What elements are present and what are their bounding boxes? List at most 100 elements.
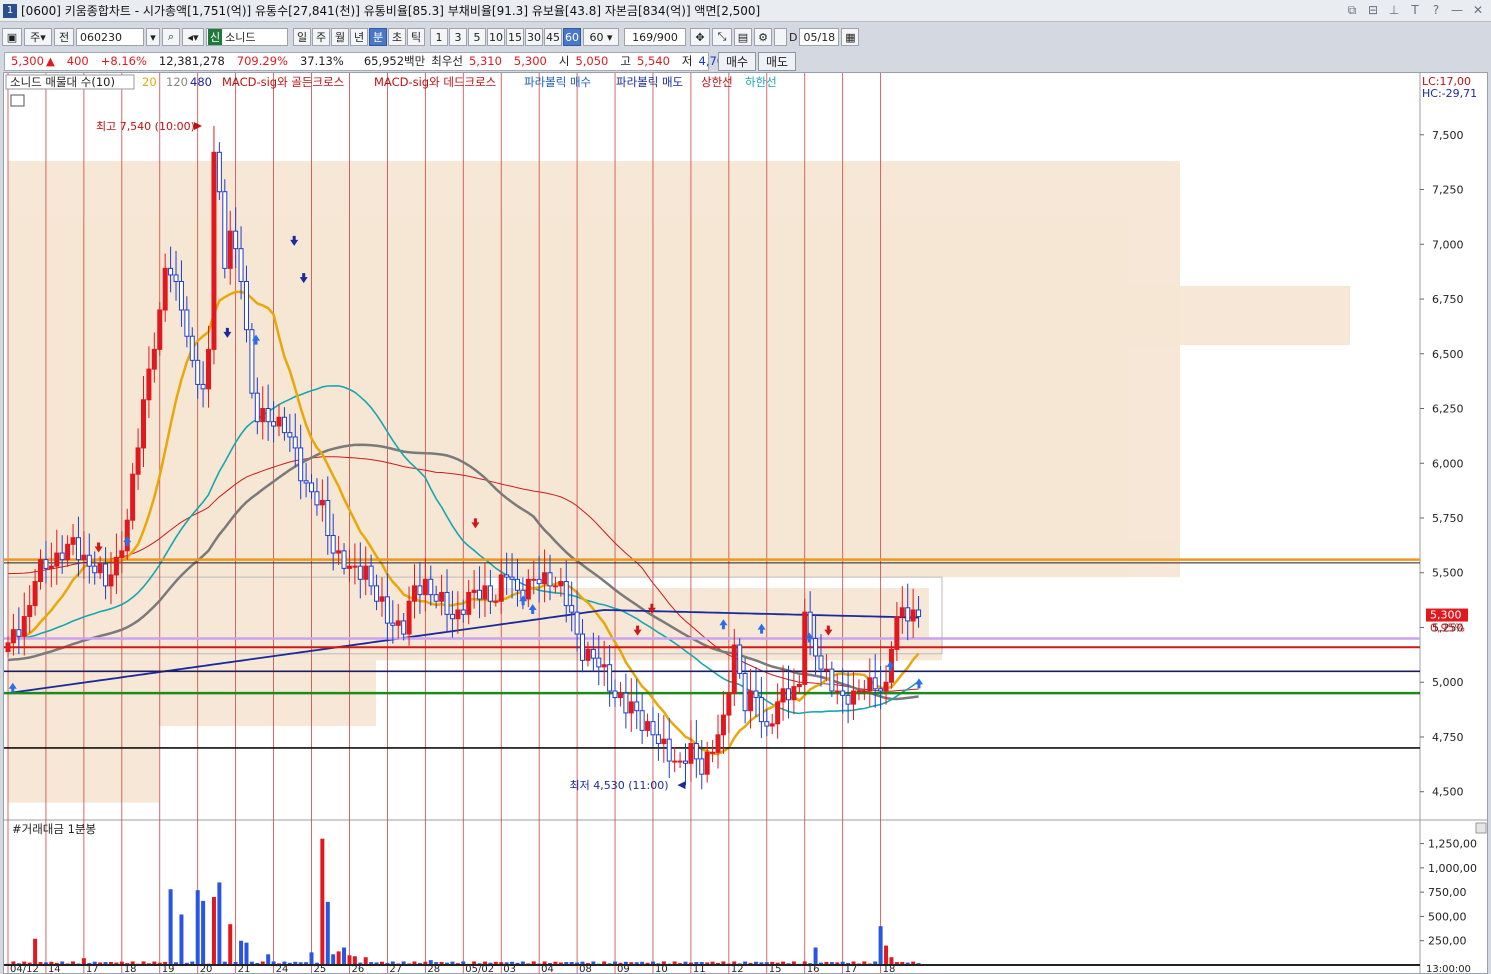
candle-body — [271, 421, 277, 427]
date-input[interactable]: 05/18 — [799, 28, 840, 46]
prev-button[interactable]: 전 — [54, 28, 74, 46]
candle-body — [894, 616, 900, 650]
restore-icon[interactable]: ⧉ — [1343, 2, 1361, 18]
volume: 12,381,278 — [158, 54, 225, 68]
last-price-label: 5,300 — [1430, 609, 1462, 622]
interval-select[interactable]: 60 ▾ — [583, 28, 619, 46]
code-dropdown-icon[interactable]: ▾ — [146, 28, 160, 46]
stock-code-input[interactable]: 060230 — [76, 28, 144, 46]
candle-body — [720, 714, 726, 736]
price-chart-svg[interactable]: 최고 7,540 (10:00) 최저 4,530 (11:00) 소니드 매물대 … — [4, 73, 1487, 973]
candle-body — [38, 559, 44, 583]
period-tab-일[interactable]: 일 — [293, 28, 311, 46]
candle-body — [542, 572, 548, 585]
mode-select[interactable]: 주 ▾ — [24, 28, 52, 46]
candle-body — [531, 578, 537, 581]
search-icon[interactable]: ⌕ — [162, 28, 180, 46]
calendar-icon[interactable]: ▦ — [841, 28, 860, 46]
x-axis-label: 26 — [351, 964, 364, 973]
volume-bar — [363, 957, 368, 965]
period-tab-년[interactable]: 년 — [350, 28, 368, 46]
speaker-icon[interactable]: ◂▾ — [182, 28, 204, 46]
price-info-box: 5,300 ▲ 400 +8.16% 12,381,278 709.29% 37… — [4, 51, 731, 71]
pin-icon[interactable]: ⊟ — [1364, 2, 1382, 18]
candle-body — [607, 664, 613, 692]
close-icon[interactable]: ✕ — [1469, 2, 1487, 18]
period-tab-주[interactable]: 주 — [312, 28, 330, 46]
chart-layout-icon[interactable]: ▣ — [2, 28, 22, 46]
candle-body — [233, 230, 239, 250]
candle-body — [141, 399, 146, 449]
candle-body — [655, 734, 661, 745]
legend-item-7: 파라볼릭 매도 — [616, 75, 683, 89]
legend-item-5: MACD-sig와 데드크로스 — [374, 75, 496, 89]
volume-tick-label: 1,250,00 — [1428, 838, 1477, 851]
low-marker-icon — [677, 781, 686, 790]
volume-bar — [195, 890, 200, 965]
interval-tab-60[interactable]: 60 — [563, 28, 581, 46]
open-price: 5,050 — [575, 54, 609, 68]
candle-body — [552, 585, 558, 588]
settings-gear-icon[interactable]: ⚙ — [754, 28, 772, 46]
thumbtack-icon[interactable]: ⊥ — [1385, 2, 1403, 18]
data-count-field[interactable]: 169/900 — [624, 28, 686, 46]
text-icon[interactable]: T — [1406, 2, 1424, 18]
candle-body — [298, 447, 304, 482]
period-tab-월[interactable]: 월 — [331, 28, 349, 46]
period-tab-분[interactable]: 분 — [369, 28, 387, 46]
legend-item-1: 20 — [142, 75, 157, 89]
candle-body — [883, 681, 889, 692]
interval-tab-3[interactable]: 3 — [449, 28, 467, 46]
interval-tab-5[interactable]: 5 — [468, 28, 486, 46]
interval-tab-15[interactable]: 15 — [506, 28, 524, 46]
period-tab-틱[interactable]: 틱 — [407, 28, 425, 46]
candle-body — [477, 589, 483, 600]
candle-body — [487, 585, 493, 602]
sell-button[interactable]: 매도 — [758, 51, 796, 71]
period-tab-초[interactable]: 초 — [388, 28, 406, 46]
date-checkbox[interactable] — [774, 28, 787, 46]
candle-body — [281, 416, 287, 434]
candle-body — [851, 690, 857, 705]
interval-tab-30[interactable]: 30 — [525, 28, 543, 46]
candle-body — [569, 605, 575, 613]
help-icon[interactable]: ? — [1427, 2, 1445, 18]
candle-body — [872, 677, 878, 690]
volume-bar — [217, 882, 222, 965]
buy-button[interactable]: 매수 — [718, 51, 756, 71]
cross-tool-icon[interactable]: ✥ — [690, 28, 710, 46]
chart-grid-toggle-icon — [10, 94, 25, 107]
candle-body — [672, 760, 678, 763]
candle-body — [173, 274, 179, 283]
candle-body — [509, 576, 515, 580]
candle-body — [791, 686, 797, 701]
candle-body — [634, 701, 640, 712]
candle-body — [449, 613, 455, 620]
save-icon[interactable]: ▤ — [734, 28, 752, 46]
candle-body — [601, 664, 607, 668]
best-ask: 5,310 — [468, 54, 502, 68]
x-axis-label: 20 — [200, 964, 213, 973]
interval-tab-1[interactable]: 1 — [430, 28, 448, 46]
candle-body — [661, 738, 667, 745]
chart-area[interactable]: 최고 7,540 (10:00) 최저 4,530 (11:00) 소니드 매물대 … — [3, 72, 1488, 974]
volume-bar — [244, 942, 249, 965]
interval-tab-45[interactable]: 45 — [544, 28, 562, 46]
candle-body — [823, 668, 829, 671]
candle-body — [775, 701, 781, 725]
x-axis-label: 04/12 — [10, 964, 39, 973]
candle-body — [254, 392, 260, 423]
volume-pane-title: #거래대금 1분봉 — [12, 822, 96, 836]
high-annotation: 최고 7,540 (10:00) — [96, 120, 195, 133]
candle-body — [758, 697, 764, 723]
stock-name-field[interactable]: 신 소니드 — [206, 28, 288, 46]
volume-bar — [342, 947, 347, 965]
measure-tool-icon[interactable]: ⤡ — [712, 28, 732, 46]
candle-body — [265, 408, 271, 423]
minimize-icon[interactable]: — — [1448, 2, 1466, 18]
candle-body — [417, 585, 423, 596]
price-tick-label: 7,250 — [1432, 184, 1464, 197]
interval-tab-10[interactable]: 10 — [487, 28, 505, 46]
candle-body — [43, 559, 49, 569]
volume-profile-band — [8, 638, 942, 661]
